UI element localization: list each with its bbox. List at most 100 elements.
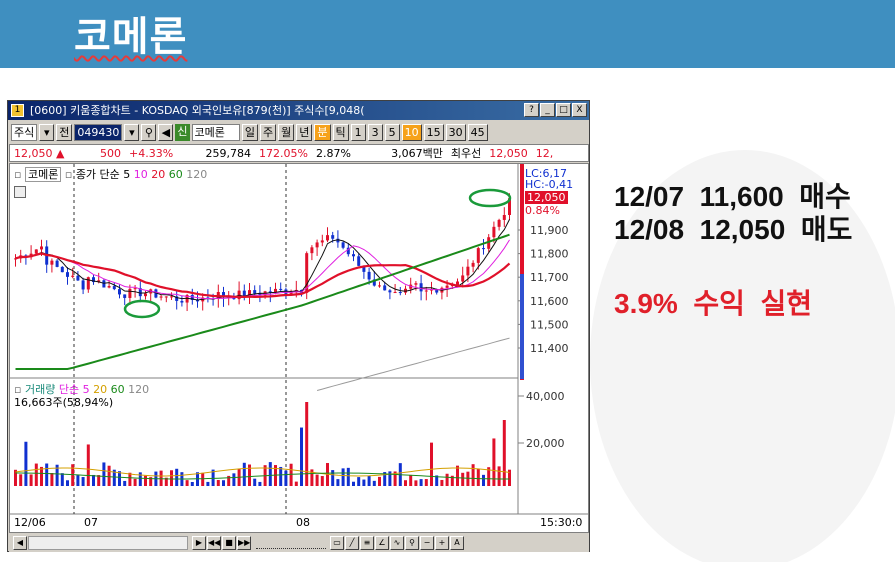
code-input[interactable]: 049430 <box>74 123 123 141</box>
candle-body <box>144 293 147 297</box>
price-tick-label: 11,800 <box>530 248 569 261</box>
volume-bar <box>445 473 449 486</box>
interval-3[interactable]: 3 <box>367 123 383 141</box>
candle-body <box>315 242 319 248</box>
interval-15[interactable]: 15 <box>423 123 444 141</box>
banner-title: 코메론 <box>74 14 188 60</box>
volume-bar <box>414 480 418 486</box>
candle-body <box>71 275 75 277</box>
candle-body <box>253 290 257 294</box>
trendline-icon[interactable]: ╱ <box>345 536 359 550</box>
speaker-icon[interactable]: ◀ <box>158 123 174 141</box>
market-select[interactable]: 주식 <box>11 123 38 141</box>
volume-bar <box>476 468 480 486</box>
volume-bar <box>97 475 101 486</box>
price-tick-label: 11,700 <box>530 271 569 284</box>
close-button[interactable]: X <box>572 103 587 117</box>
volume-bar <box>216 480 220 486</box>
period-day[interactable]: 일 <box>241 123 258 141</box>
search-icon[interactable]: ⚲ <box>141 123 157 141</box>
period-week[interactable]: 주 <box>260 123 277 141</box>
wave-icon[interactable]: ∿ <box>390 536 404 550</box>
volume-bar <box>123 480 127 486</box>
scrollbar-track[interactable] <box>28 536 188 550</box>
best-price: 12,050 <box>489 146 528 160</box>
volume-bar <box>294 481 298 486</box>
interval-10[interactable]: 10 <box>401 123 422 141</box>
candle-body <box>378 285 381 287</box>
interval-1[interactable]: 1 <box>350 123 366 141</box>
volume-bar <box>424 479 428 486</box>
interval-45[interactable]: 45 <box>467 123 488 141</box>
minimize-button[interactable]: _ <box>540 103 555 117</box>
volume-bar <box>34 463 38 486</box>
code-dropdown-icon[interactable]: ▾ <box>124 123 140 141</box>
stock-name-field[interactable]: 코메론 <box>191 123 240 141</box>
ma20-label: 20 <box>151 168 166 181</box>
candle-body <box>466 266 470 276</box>
current-price: 12,050 ▲ <box>14 146 65 160</box>
candle-body <box>123 294 127 298</box>
turnover-rate: 2.87% <box>315 146 351 160</box>
angle-icon[interactable]: ∠ <box>375 536 389 550</box>
period-minute[interactable]: 분 <box>314 123 331 141</box>
volume-tick-label: 20,000 <box>526 437 565 450</box>
zoom-out-icon[interactable]: − <box>420 536 434 550</box>
play-icon[interactable]: ▶ <box>192 536 206 550</box>
volume-bar <box>222 480 225 486</box>
candle-body <box>133 288 137 290</box>
draw-tool-icon[interactable]: ▭ <box>330 536 344 550</box>
volume-bar <box>352 481 355 486</box>
chart-svg: 11,900 11,800 11,700 11,600 11,500 11,400 40,0… <box>10 163 588 515</box>
scroll-left-icon[interactable]: ◀ <box>13 536 27 550</box>
volume-bar <box>170 470 173 486</box>
help-button[interactable]: ? <box>524 103 539 117</box>
volume-bar <box>409 474 413 486</box>
volume-bar <box>50 473 54 486</box>
zoom-icon[interactable]: ⚲ <box>405 536 419 550</box>
volume-bar <box>461 472 465 486</box>
volume-bar <box>66 480 69 486</box>
candle-body <box>398 292 402 294</box>
profit-note: 3.9% 수익 실현 <box>614 288 812 319</box>
font-icon[interactable]: A <box>450 536 464 550</box>
window-titlebar[interactable]: 1 [0600] 키움종합차트 - KOSDAQ 외국인보유[879(천)] 주… <box>8 101 589 120</box>
price-change: 500 <box>100 146 121 160</box>
chart-area[interactable]: 11,900 11,800 11,700 11,600 11,500 11,400 40,0… <box>9 163 589 533</box>
zoom-in-icon[interactable]: + <box>435 536 449 550</box>
volume-bar <box>185 480 189 486</box>
volume-bar <box>320 476 324 486</box>
period-year[interactable]: 년 <box>296 123 313 141</box>
volume-bar <box>279 466 283 486</box>
volume-bar <box>81 477 85 486</box>
stop-icon[interactable]: ■ <box>222 536 236 550</box>
volume-bar <box>315 474 319 486</box>
volume-bar <box>289 463 293 486</box>
rewind-icon[interactable]: ◀◀ <box>207 536 221 550</box>
time-label-1: 12/06 <box>14 516 46 529</box>
period-tick[interactable]: 틱 <box>332 123 349 141</box>
candle-body <box>414 283 418 285</box>
interval-5[interactable]: 5 <box>384 123 400 141</box>
quote-bar: 12,050 ▲ 500 +4.33% 259,784 172.05% 2.87… <box>9 144 589 162</box>
candle-body <box>320 240 324 243</box>
candle-body <box>40 246 43 250</box>
interval-30[interactable]: 30 <box>445 123 466 141</box>
best-price-label: 최우선 <box>450 147 482 160</box>
volume-bar <box>362 479 366 486</box>
volume-bar <box>284 470 288 486</box>
table-icon[interactable] <box>14 186 26 198</box>
period-month[interactable]: 월 <box>278 123 295 141</box>
market-dropdown-icon[interactable]: ▾ <box>39 123 55 141</box>
volume-bar <box>29 474 33 486</box>
volume-bar <box>175 468 179 486</box>
prev-button[interactable]: 전 <box>56 123 73 141</box>
volume-bar <box>128 472 132 486</box>
volume-bar <box>341 468 345 486</box>
slide: 코메론 12/07 11,600 매수 12/08 12,050 매도 3.9%… <box>0 0 895 562</box>
maximize-button[interactable]: □ <box>556 103 571 117</box>
fibonacci-icon[interactable]: ≡ <box>360 536 374 550</box>
zoom-slider[interactable] <box>256 537 326 549</box>
forward-icon[interactable]: ▶▶ <box>237 536 251 550</box>
candle-body <box>471 262 475 267</box>
